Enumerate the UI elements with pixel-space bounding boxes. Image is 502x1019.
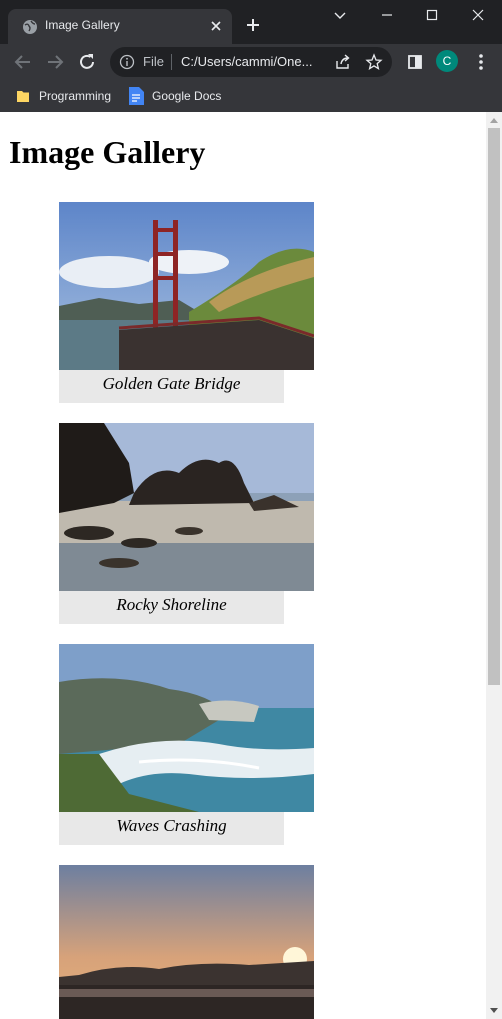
page-viewport: Image Gallery Golden Gate Bridge Rocky S…	[0, 112, 486, 1019]
bookmark-label: Programming	[39, 89, 112, 103]
gallery-figure	[59, 865, 314, 1019]
globe-icon	[23, 20, 37, 34]
photo-caption: Rocky Shoreline	[59, 591, 284, 624]
sunset-photo	[59, 865, 314, 1019]
photo-caption: Golden Gate Bridge	[59, 370, 284, 403]
side-panel-icon[interactable]	[404, 51, 426, 73]
share-icon[interactable]	[334, 53, 352, 71]
folder-icon	[17, 91, 29, 102]
bookmarks-bar: Programming Google Docs	[0, 80, 502, 112]
profile-avatar[interactable]: C	[436, 50, 458, 72]
tab-title: Image Gallery	[45, 18, 120, 32]
gallery-figure: Golden Gate Bridge	[59, 202, 314, 403]
menu-kebab-icon[interactable]	[470, 51, 492, 73]
url-text[interactable]: C:/Users/cammi/One...	[181, 54, 326, 69]
title-bar: Image Gallery	[0, 0, 502, 44]
golden-gate-bridge-photo	[59, 202, 314, 370]
scroll-down-arrow-icon[interactable]	[490, 1008, 498, 1013]
close-window-icon[interactable]	[456, 0, 500, 32]
maximize-icon[interactable]	[410, 0, 454, 32]
rocky-shoreline-photo	[59, 423, 314, 591]
scheme-label: File	[143, 54, 164, 69]
waves-crashing-photo	[59, 644, 314, 812]
bookmark-star-icon[interactable]	[365, 53, 383, 71]
minimize-icon[interactable]	[365, 0, 409, 32]
gallery-figure: Waves Crashing	[59, 644, 314, 845]
scrollbar-thumb[interactable]	[488, 128, 500, 685]
browser-tab[interactable]: Image Gallery	[8, 9, 232, 44]
page-title: Image Gallery	[9, 134, 206, 170]
new-tab-icon[interactable]	[243, 15, 263, 35]
browser-toolbar: File C:/Users/cammi/One... C	[0, 44, 502, 80]
address-bar[interactable]: File C:/Users/cammi/One...	[110, 47, 392, 77]
info-icon[interactable]	[119, 54, 135, 70]
close-tab-icon[interactable]	[207, 17, 225, 35]
page-scrollbar[interactable]	[486, 112, 502, 1019]
tab-search-chevron-icon[interactable]	[318, 0, 362, 32]
forward-arrow-icon[interactable]	[44, 51, 66, 73]
scroll-up-arrow-icon[interactable]	[490, 118, 498, 123]
google-docs-icon	[129, 87, 144, 105]
bookmark-label: Google Docs	[152, 89, 222, 103]
reload-icon[interactable]	[76, 51, 98, 73]
photo-caption: Waves Crashing	[59, 812, 284, 845]
back-arrow-icon[interactable]	[12, 51, 34, 73]
gallery-figure: Rocky Shoreline	[59, 423, 314, 624]
omnibox-divider	[171, 54, 172, 70]
